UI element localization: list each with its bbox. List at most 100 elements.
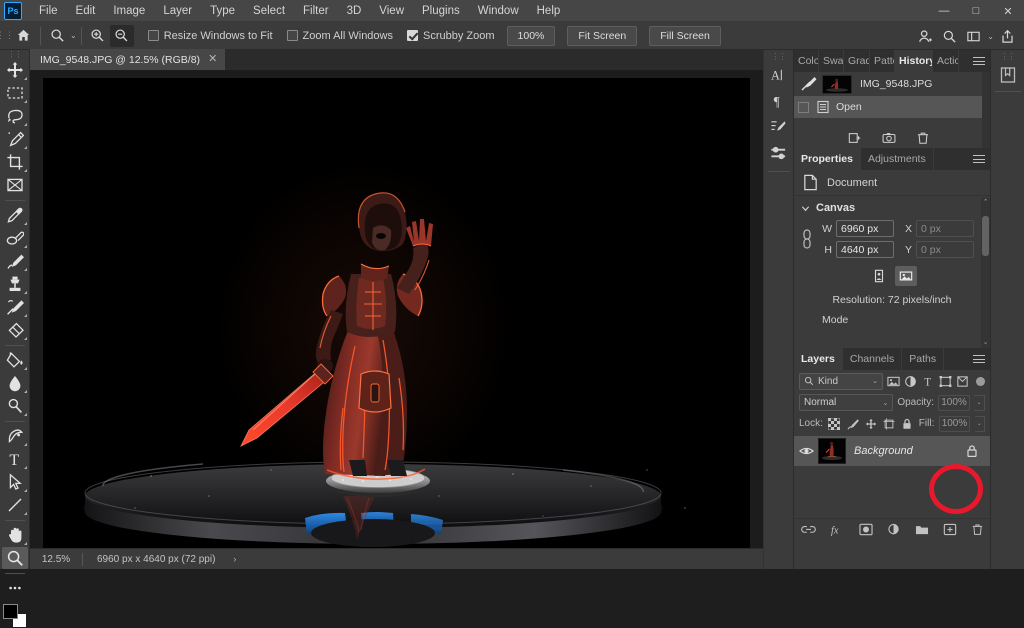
link-aspect-ratio-icon[interactable] (798, 228, 816, 250)
tab-history-swatches[interactable]: Swatches (819, 50, 844, 72)
type-tool[interactable]: T (2, 448, 28, 470)
add-user-icon[interactable] (914, 25, 936, 47)
checkbox-box-resize-windows-to-fit[interactable] (147, 30, 159, 41)
eraser-tool[interactable] (2, 319, 28, 341)
minimize-button[interactable]: — (928, 0, 960, 22)
edge-rail-grip[interactable]: ⋮⋮ (991, 50, 1024, 63)
zoom-tool-icon[interactable] (45, 25, 69, 47)
canvas-area[interactable] (30, 71, 763, 548)
gradient-tool[interactable] (2, 349, 28, 371)
type-filter-icon[interactable]: T (922, 373, 935, 389)
portrait-orientation-button[interactable] (867, 266, 890, 286)
opacity-input[interactable]: 100% (938, 394, 970, 411)
layer-row-background[interactable]: Background (794, 436, 990, 466)
canvas-y-input[interactable]: 0 px (916, 241, 974, 258)
zoom-tool[interactable] (1, 547, 28, 569)
magic-wand-tool[interactable] (2, 128, 28, 150)
foreground-color-swatch[interactable] (2, 604, 18, 619)
new-group-icon[interactable] (915, 523, 929, 536)
checkbox-resize-windows-to-fit[interactable]: Resize Windows to Fit (147, 30, 273, 42)
layer-visibility-icon[interactable] (794, 445, 818, 457)
lock-image-pixels-icon[interactable] (846, 416, 859, 431)
layers-panel-menu-icon[interactable] (968, 348, 990, 370)
lasso-tool[interactable] (2, 105, 28, 127)
layer-filter-toggle[interactable] (976, 376, 985, 386)
document-tab[interactable]: IMG_9548.JPG @ 12.5% (RGB/8) ✕ (30, 49, 227, 70)
toolbar-grip[interactable]: ⋮⋮ (0, 50, 29, 59)
line-tool[interactable] (2, 494, 28, 516)
libraries-panel-icon[interactable] (995, 63, 1021, 87)
canvas-width-input[interactable]: 6960 px (836, 220, 894, 237)
clone-stamp-tool[interactable] (2, 273, 28, 295)
hand-tool[interactable] (2, 524, 28, 546)
tab-properties-adjustments[interactable]: Adjustments (860, 148, 934, 170)
checkbox-scrubby-zoom[interactable]: Scrubby Zoom (407, 30, 495, 42)
color-swatches[interactable] (2, 604, 27, 628)
zoom-level[interactable]: 12.5% (30, 554, 82, 565)
close-icon[interactable]: ✕ (208, 54, 217, 65)
document-image[interactable] (43, 78, 750, 548)
history-snapshot-row[interactable]: IMG_9548.JPG (794, 72, 990, 96)
character-panel-icon[interactable]: A (766, 63, 792, 87)
link-layers-icon[interactable] (800, 523, 816, 536)
lock-transparent-pixels-icon[interactable] (828, 416, 841, 431)
delete-icon[interactable] (916, 131, 930, 145)
workspace-icon[interactable] (962, 25, 984, 47)
menu-item-layer[interactable]: Layer (154, 2, 201, 20)
new-snapshot-icon[interactable] (882, 131, 896, 145)
menu-item-select[interactable]: Select (244, 2, 294, 20)
move-tool[interactable] (2, 59, 28, 81)
tab-layers-layers[interactable]: Layers (794, 348, 843, 370)
search-icon[interactable] (938, 25, 960, 47)
adjustment-filter-icon[interactable] (904, 373, 917, 389)
zoom-out-icon[interactable] (109, 24, 134, 47)
lock-artboard-icon[interactable] (882, 416, 895, 431)
menu-item-3d[interactable]: 3D (338, 2, 371, 20)
canvas-x-input[interactable]: 0 px (916, 220, 974, 237)
checkbox-box-zoom-all-windows[interactable] (286, 30, 298, 41)
frame-tool[interactable] (2, 174, 28, 196)
chevron-down-icon[interactable]: ⌄ (882, 399, 888, 407)
close-button[interactable]: ✕ (992, 0, 1024, 22)
menu-item-edit[interactable]: Edit (67, 2, 105, 20)
history-state-checkbox[interactable] (798, 101, 809, 113)
tab-history-actions[interactable]: Actions (933, 50, 959, 72)
eyedropper-tool[interactable] (2, 204, 28, 226)
add-layer-mask-icon[interactable] (858, 523, 873, 536)
menu-item-image[interactable]: Image (104, 2, 154, 20)
menu-item-filter[interactable]: Filter (294, 2, 338, 20)
crop-tool[interactable] (2, 151, 28, 173)
canvas-section-header[interactable]: Canvas (794, 202, 990, 214)
menu-item-file[interactable]: File (30, 2, 67, 20)
tab-properties-properties[interactable]: Properties (794, 148, 861, 170)
checkbox-zoom-all-windows[interactable]: Zoom All Windows (286, 30, 393, 42)
edit-toolbar[interactable] (2, 577, 28, 599)
tab-layers-paths[interactable]: Paths (902, 348, 945, 370)
pixel-filter-icon[interactable] (887, 373, 900, 389)
canvas-mode-label[interactable]: Mode (794, 314, 990, 326)
fill-input[interactable]: 100% (939, 415, 970, 432)
paragraph-panel-icon[interactable]: ¶ (766, 89, 792, 113)
scroll-down-icon[interactable]: ⌄ (981, 338, 990, 348)
canvas-height-input[interactable]: 4640 px (836, 241, 894, 258)
maximize-button[interactable]: □ (960, 0, 992, 22)
brush-settings-panel-icon[interactable] (766, 115, 792, 139)
share-icon[interactable] (996, 25, 1018, 47)
menu-item-view[interactable]: View (370, 2, 413, 20)
tab-history-patterns[interactable]: Patterns (870, 50, 895, 72)
blend-mode-select[interactable]: Normal ⌄ (799, 394, 894, 411)
button-fit-screen[interactable]: Fit Screen (567, 25, 638, 46)
checkbox-box-scrubby-zoom[interactable] (407, 30, 418, 41)
tool-preset-chevron-icon[interactable]: ⌄ (70, 31, 77, 40)
history-state-open[interactable]: Open (794, 96, 990, 118)
spot-healing-tool[interactable] (2, 227, 28, 249)
blur-tool[interactable] (2, 372, 28, 394)
delete-layer-icon[interactable] (971, 523, 984, 536)
lock-position-icon[interactable] (864, 416, 877, 431)
status-expand-icon[interactable]: › (233, 554, 236, 564)
home-icon[interactable] (10, 23, 36, 49)
layer-filter-kind-select[interactable]: Kind ⌄ (799, 372, 884, 390)
path-selection-tool[interactable] (2, 471, 28, 493)
lock-all-icon[interactable] (901, 416, 914, 431)
menu-item-window[interactable]: Window (469, 2, 528, 20)
